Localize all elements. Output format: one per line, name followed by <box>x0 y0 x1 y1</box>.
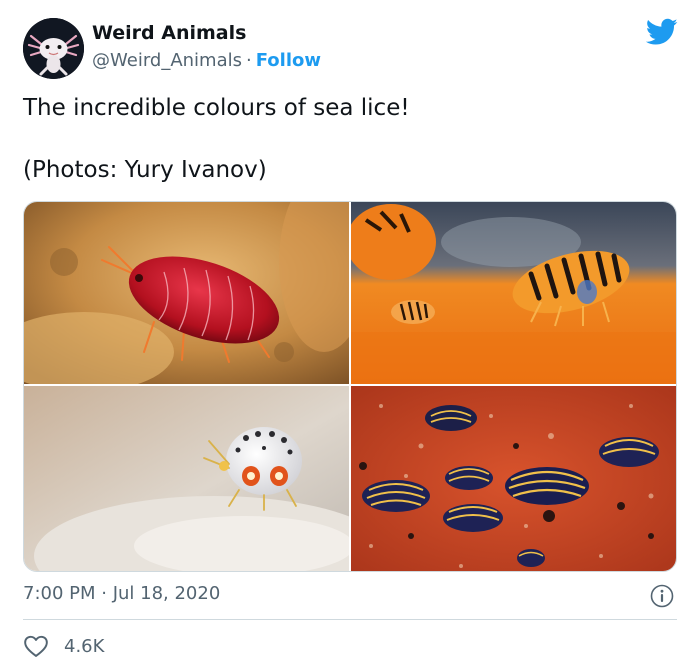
photo-orange-striped-sea-lice[interactable] <box>351 202 676 384</box>
heart-icon[interactable] <box>23 634 49 658</box>
follow-button[interactable]: Follow <box>256 50 321 71</box>
photo-red-sea-louse[interactable] <box>24 202 349 384</box>
tweet-timestamp[interactable]: 7:00 PM · Jul 18, 2020 <box>23 583 220 604</box>
author-name[interactable]: Weird Animals <box>92 22 246 44</box>
divider <box>23 619 677 620</box>
like-action[interactable]: 4.6K <box>23 632 104 660</box>
tweet-text-line2: (Photos: Yury Ivanov) <box>23 157 267 183</box>
photo-grid <box>23 201 677 572</box>
twitter-bird-icon[interactable] <box>645 18 678 46</box>
avatar[interactable] <box>23 18 84 79</box>
separator-dot: · <box>246 50 252 71</box>
info-icon[interactable] <box>650 584 674 608</box>
photo-blue-striped-sea-lice[interactable] <box>351 386 676 571</box>
author-handle-row: @Weird_Animals · Follow <box>92 50 321 71</box>
photo-spotted-sea-louse[interactable] <box>24 386 349 571</box>
tweet-card: Weird Animals @Weird_Animals · Follow The … <box>0 0 700 672</box>
like-count: 4.6K <box>64 635 105 657</box>
author-handle[interactable]: @Weird_Animals <box>92 50 242 71</box>
tweet-text-line1: The incredible colours of sea lice! <box>23 95 410 121</box>
axolotl-icon <box>23 18 84 79</box>
